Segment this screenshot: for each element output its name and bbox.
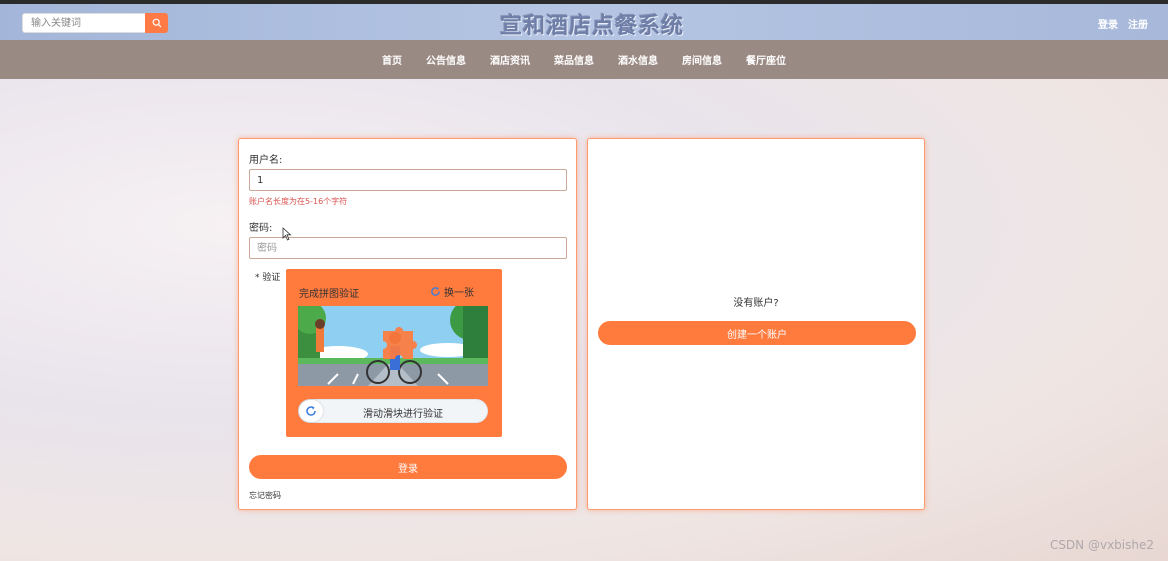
nav-item-rooms[interactable]: 房间信息 [670, 52, 734, 67]
login-button[interactable]: 登录 [249, 455, 567, 479]
watermark: CSDN @vxbishe2 [1049, 538, 1154, 552]
nav-item-drinks[interactable]: 酒水信息 [606, 52, 670, 67]
slider-handle[interactable] [299, 400, 323, 422]
nav-item-seats[interactable]: 餐厅座位 [734, 52, 798, 67]
slider-hint: 滑动滑块进行验证 [363, 409, 443, 420]
login-card: 用户名: 账户名长度为在5-16个字符 密码: * 验证 完成拼图验证 换一张 [238, 138, 577, 510]
register-card: 没有账户? 创建一个账户 [587, 138, 925, 510]
captcha-title: 完成拼图验证 [299, 289, 359, 300]
no-account-text: 没有账户? [733, 298, 779, 309]
login-link[interactable]: 登录 [1098, 16, 1118, 31]
password-field[interactable] [249, 237, 567, 259]
refresh-icon [306, 406, 316, 416]
nav-item-announcements[interactable]: 公告信息 [414, 52, 478, 67]
nav-item-home[interactable]: 首页 [370, 52, 414, 67]
site-title: 宣和酒店点餐系统 [499, 13, 684, 39]
username-label: 用户名: [249, 155, 283, 166]
main-nav: 首页 公告信息 酒店资讯 菜品信息 酒水信息 房间信息 餐厅座位 [0, 40, 1168, 79]
verify-label: * 验证 [255, 273, 281, 283]
header-bar: 宣和酒店点餐系统 登录 注册 [0, 4, 1168, 40]
captcha-slider[interactable]: 滑动滑块进行验证 [298, 399, 488, 423]
auth-links: 登录 注册 [1098, 16, 1148, 31]
captcha-refresh-button[interactable]: 换一张 [430, 284, 474, 299]
register-link[interactable]: 注册 [1128, 16, 1148, 31]
captcha-image [298, 306, 488, 386]
username-field[interactable] [249, 169, 567, 191]
create-account-button[interactable]: 创建一个账户 [598, 321, 916, 345]
puzzle-captcha: 完成拼图验证 换一张 滑动滑块进行验证 [286, 269, 502, 437]
captcha-refresh-label: 换一张 [444, 288, 474, 299]
username-error: 账户名长度为在5-16个字符 [249, 197, 348, 206]
password-label: 密码: [249, 223, 273, 234]
nav-item-dishes[interactable]: 菜品信息 [542, 52, 606, 67]
forgot-password-link[interactable]: 忘记密码 [249, 490, 281, 501]
refresh-icon [431, 287, 440, 296]
nav-item-hotel-news[interactable]: 酒店资讯 [478, 52, 542, 67]
mouse-cursor-icon [282, 227, 292, 241]
